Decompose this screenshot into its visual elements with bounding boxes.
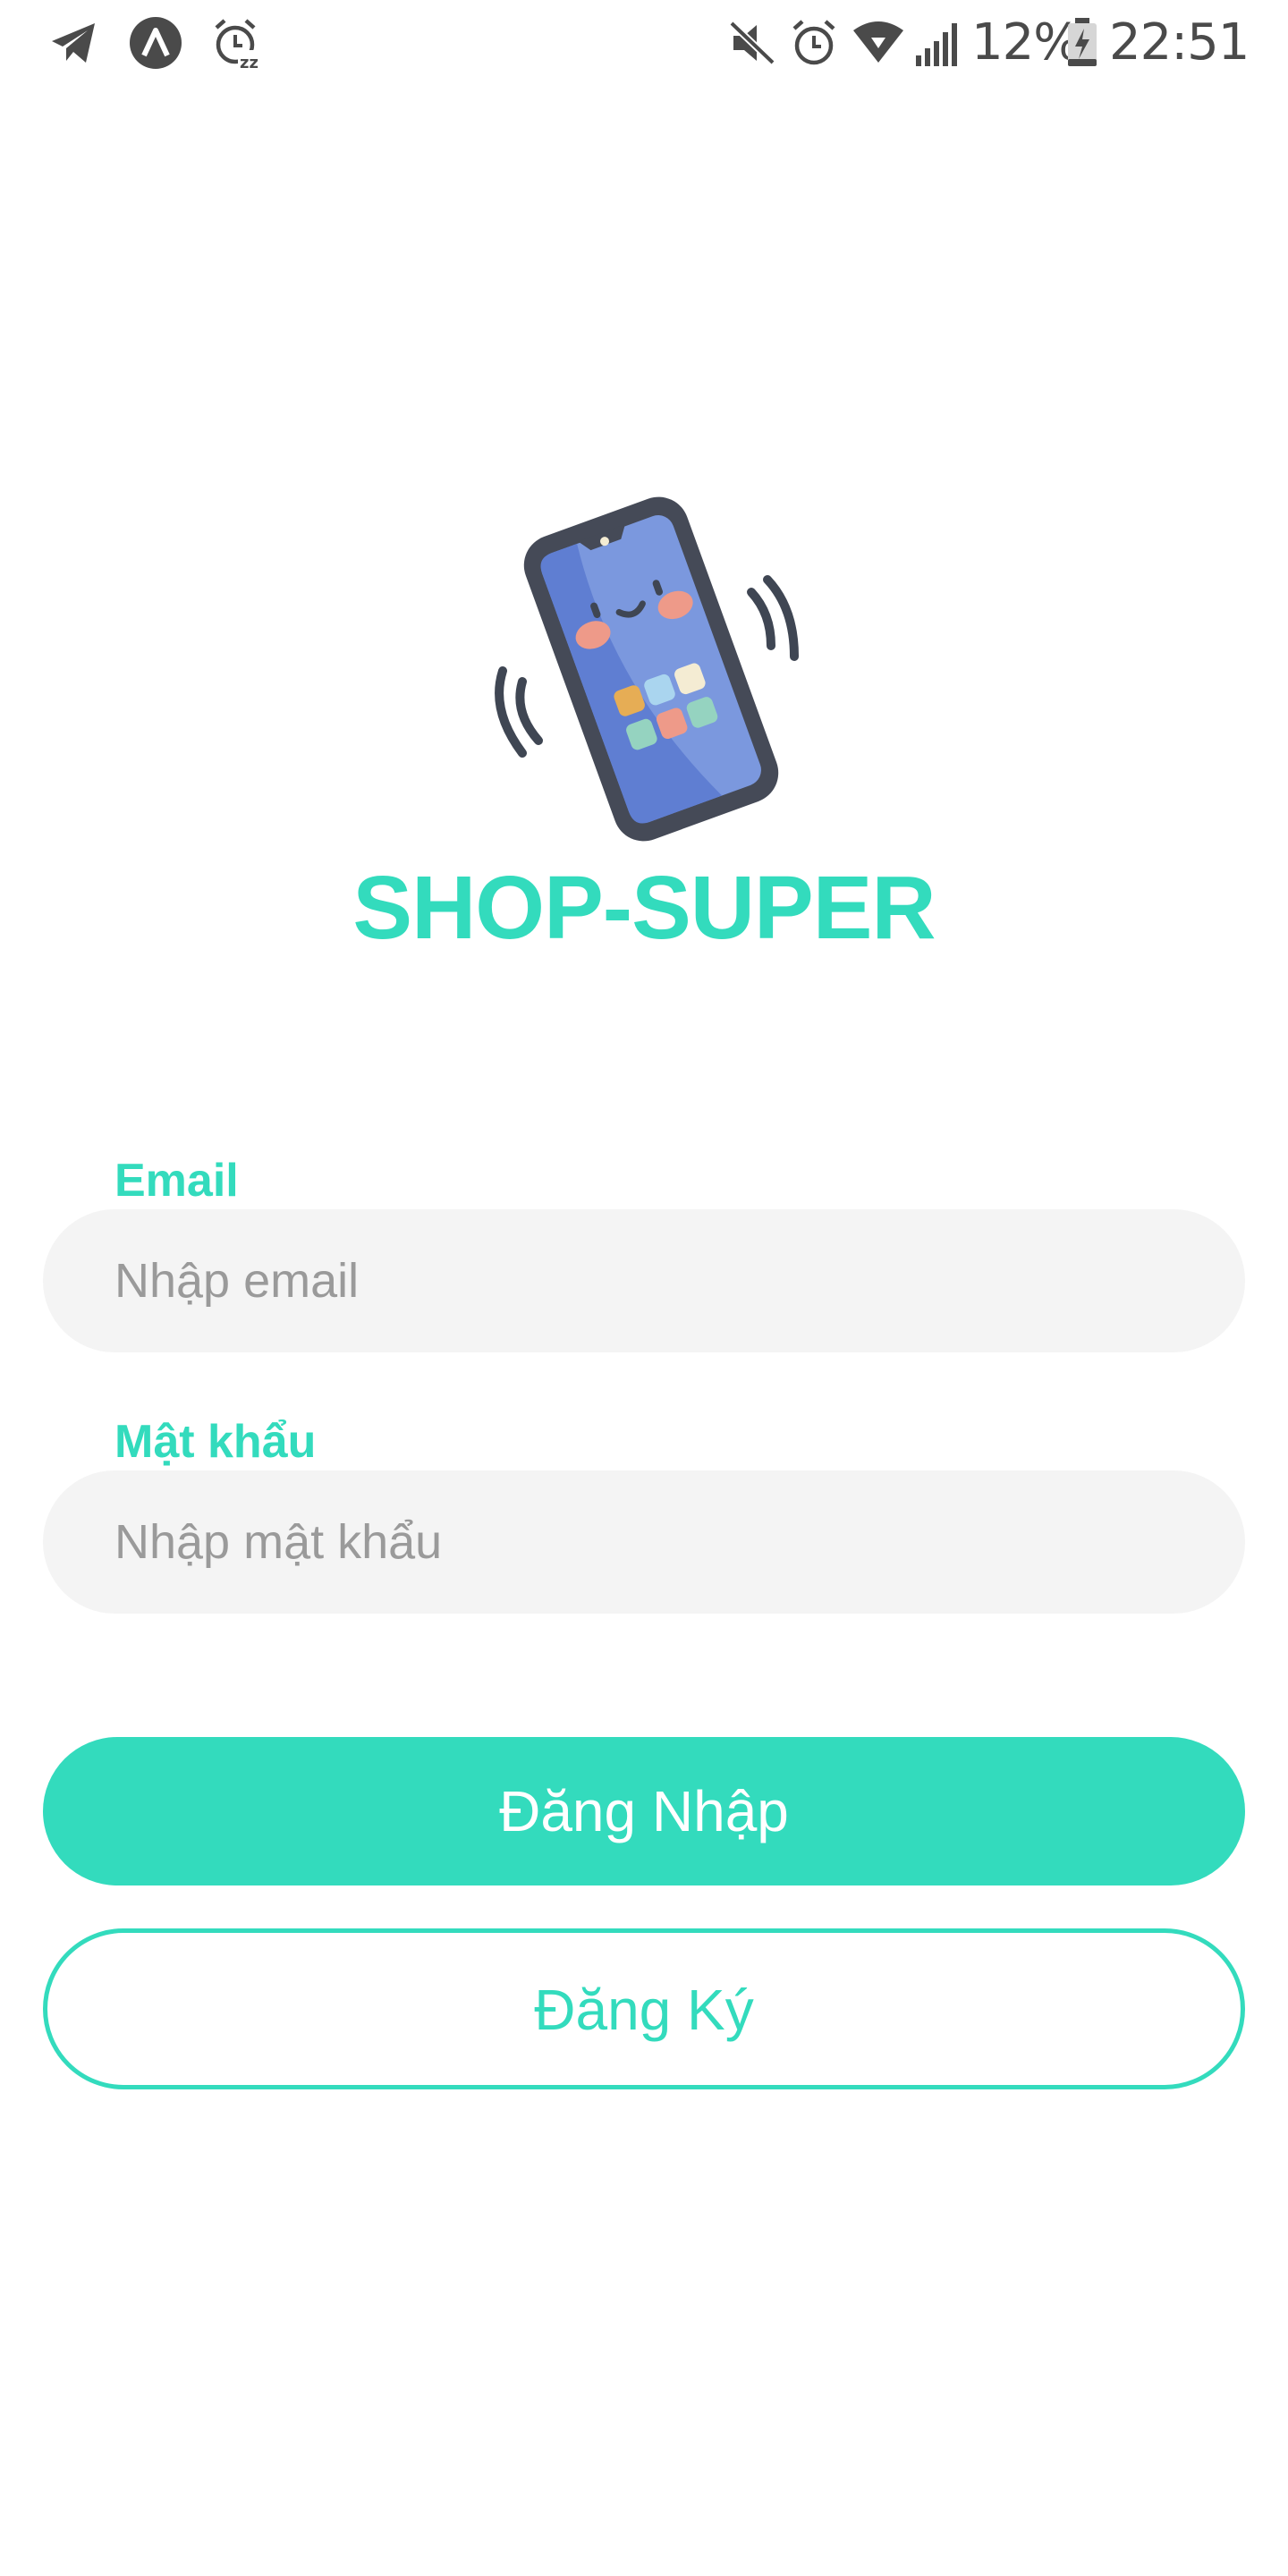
mute-icon: [729, 21, 775, 65]
alarm-icon: [792, 20, 835, 65]
alarm-snooze-icon: zz: [215, 19, 265, 70]
password-field[interactable]: [43, 1470, 1245, 1614]
battery-charging-icon: [1068, 18, 1097, 66]
email-label: Email: [114, 1155, 239, 1207]
password-label: Mật khẩu: [114, 1416, 317, 1468]
app-title: SHOP-SUPER: [352, 858, 936, 958]
status-bar: zz 12% 22:51: [0, 0, 1288, 86]
login-button[interactable]: Đăng Nhập: [43, 1737, 1245, 1885]
telegram-icon: [52, 23, 95, 63]
clock: 22:51: [1109, 13, 1250, 72]
vibrating-phone-icon: [495, 496, 799, 842]
app-a-icon: [130, 17, 182, 69]
signal-icon: [916, 23, 957, 66]
wifi-icon: [853, 21, 903, 63]
register-button[interactable]: Đăng Ký: [43, 1928, 1245, 2089]
svg-text:zz: zz: [240, 54, 258, 70]
email-field[interactable]: [43, 1209, 1245, 1352]
